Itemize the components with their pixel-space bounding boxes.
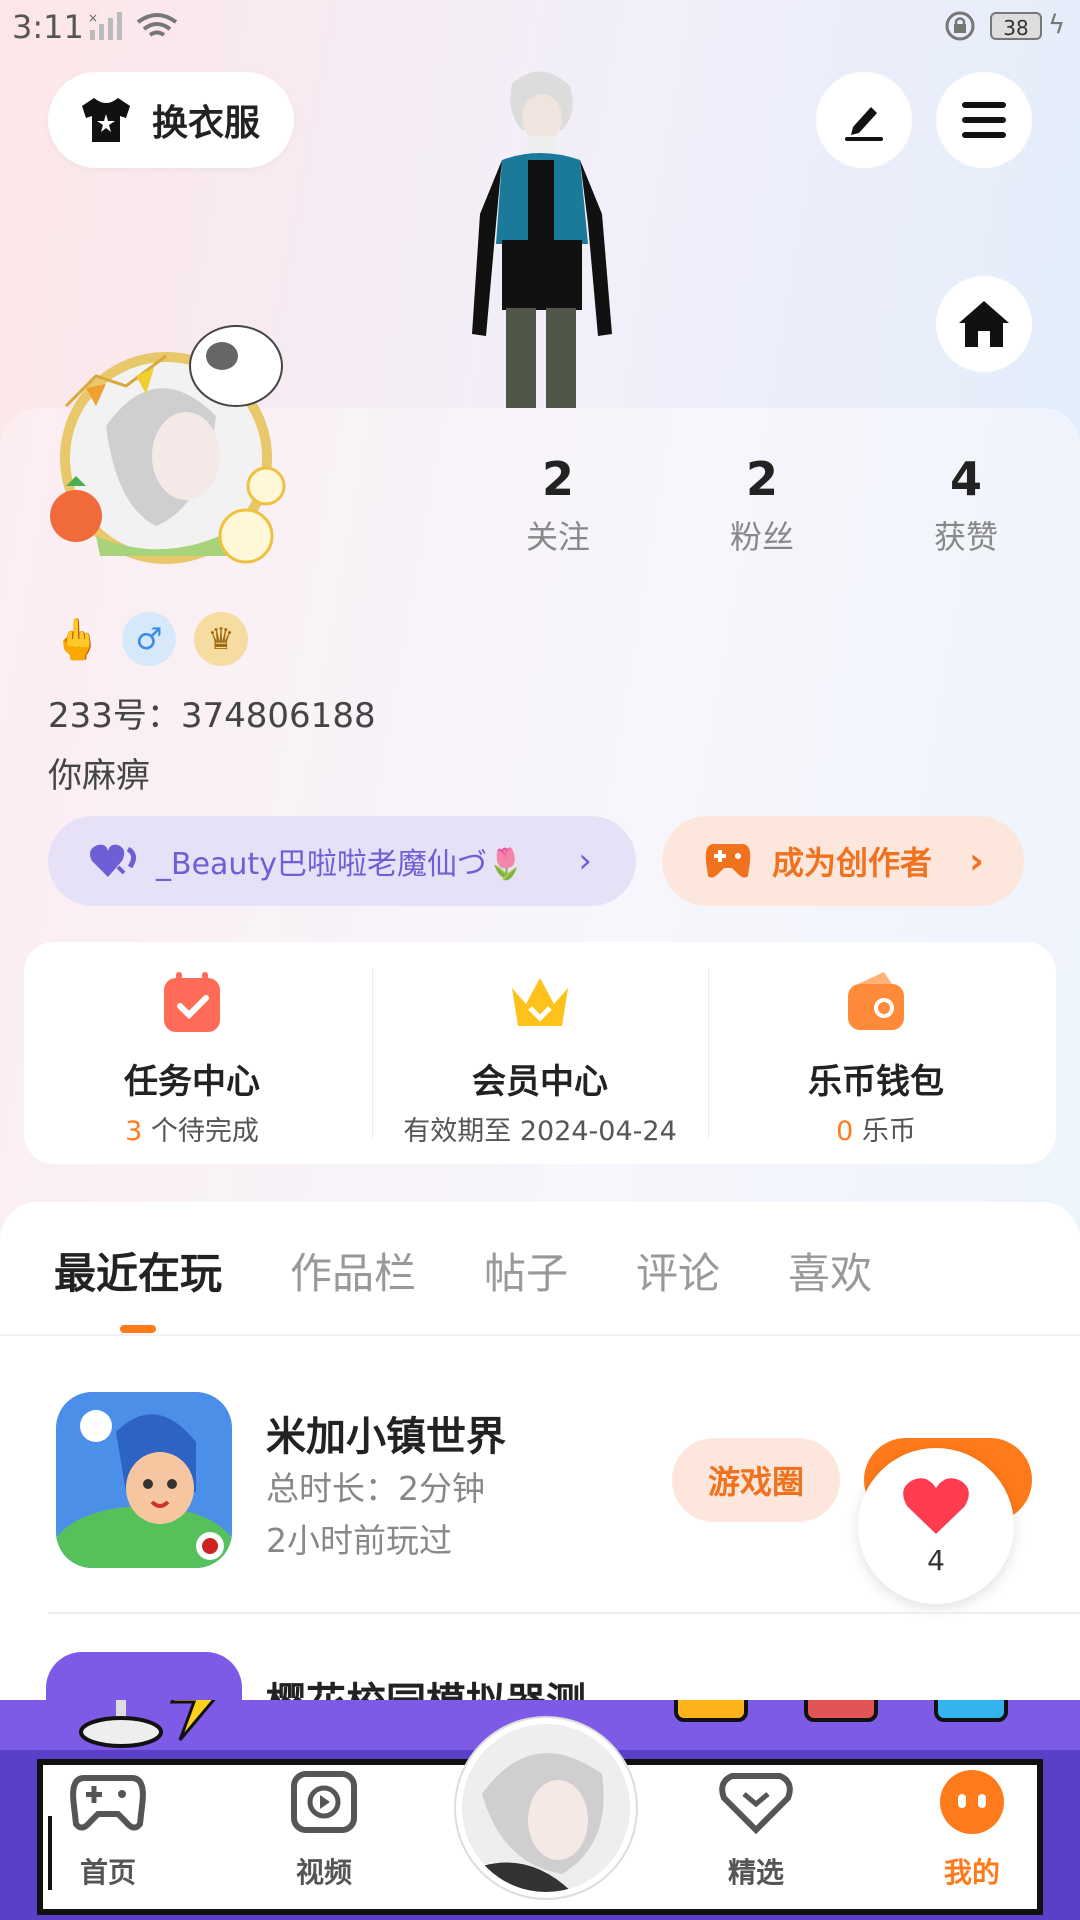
calendar-check-icon — [164, 972, 220, 1032]
tab-posts[interactable]: 帖子 — [484, 1240, 568, 1301]
nav-me-label: 我的 — [943, 1856, 1000, 1889]
play-video-icon — [291, 1771, 357, 1833]
chevron-right-icon: › — [578, 841, 592, 881]
stat-label: 关注 — [525, 518, 590, 556]
avatar-character[interactable] — [440, 64, 640, 408]
member-center[interactable]: 会员中心 有效期至 2024-04-24 — [372, 942, 708, 1164]
menu-button[interactable] — [936, 72, 1032, 168]
svg-text:×: × — [88, 12, 98, 25]
quick-actions-card: 任务中心 3 个待完成 会员中心 有效期至 2024-04-24 乐币钱包 0 … — [24, 942, 1056, 1164]
wallet-icon — [848, 972, 904, 1030]
tab-indicator — [120, 1325, 156, 1333]
group-pill-label: _Beauty巴啦啦老魔仙づ🌷 — [156, 847, 525, 882]
game-icon-miga[interactable] — [56, 1392, 232, 1568]
coin-wallet-sub: 0 乐币 — [708, 1109, 1044, 1148]
hamburger-menu-icon — [962, 102, 1006, 138]
become-creator-button[interactable]: 成为创作者 › — [662, 816, 1024, 906]
task-center[interactable]: 任务中心 3 个待完成 — [24, 942, 360, 1164]
crown-icon — [512, 978, 568, 1026]
floating-like-button[interactable]: 4 — [858, 1448, 1014, 1604]
task-count: 3 — [125, 1116, 143, 1147]
stat-label: 获赞 — [933, 518, 998, 556]
signal-icon: × — [88, 12, 122, 40]
charging-icon: ϟ — [1048, 10, 1066, 40]
user-id: 233号：374806188 — [48, 696, 376, 736]
stat-fans[interactable]: 2 粉丝 — [682, 452, 842, 558]
task-count-suffix: 个待完成 — [142, 1116, 259, 1147]
game-title[interactable]: 米加小镇世界 — [266, 1404, 506, 1462]
like-count: 4 — [927, 1544, 945, 1577]
group-pill[interactable]: _Beauty巴啦啦老魔仙づ🌷 › — [48, 816, 636, 906]
profile-face-icon — [940, 1770, 1004, 1834]
heart-diamond-icon — [719, 1773, 793, 1835]
tab-works[interactable]: 作品栏 — [290, 1240, 416, 1301]
coin-wallet-title: 乐币钱包 — [808, 1062, 944, 1102]
nav-video[interactable]: 视频 — [264, 1770, 384, 1891]
member-expiry: 有效期至 2024-04-24 — [403, 1116, 677, 1147]
wifi-icon — [136, 13, 178, 37]
nav-featured[interactable]: 精选 — [696, 1770, 816, 1891]
gamepad-icon — [70, 1775, 146, 1831]
stat-value: 4 — [949, 452, 982, 506]
stat-likes[interactable]: 4 获赞 — [886, 452, 1046, 558]
change-outfit-button[interactable]: 换衣服 — [48, 72, 294, 168]
game-circle-button[interactable]: 游戏圈 — [672, 1438, 840, 1522]
task-center-sub: 3 个待完成 — [24, 1109, 360, 1148]
tshirt-icon — [82, 98, 130, 142]
hand-badge-icon[interactable]: 🖕 — [50, 612, 104, 666]
tab-comments[interactable]: 评论 — [636, 1240, 720, 1301]
stat-value: 2 — [745, 452, 778, 506]
gamepad-icon — [705, 844, 751, 878]
tab-recently-played[interactable]: 最近在玩 — [54, 1240, 222, 1301]
male-gender-icon: ♂ — [122, 612, 176, 666]
nav-home-label: 首页 — [79, 1856, 136, 1889]
nav-featured-label: 精选 — [727, 1856, 784, 1889]
member-center-title: 会员中心 — [472, 1062, 608, 1102]
profile-avatar[interactable] — [36, 306, 296, 576]
user-signature: 你麻痹 — [48, 756, 150, 796]
battery-indicator: 38 — [990, 12, 1042, 40]
coin-wallet[interactable]: 乐币钱包 0 乐币 — [708, 942, 1044, 1164]
pencil-icon — [845, 107, 883, 141]
rotation-lock-icon — [945, 11, 975, 41]
stat-label: 粉丝 — [729, 518, 794, 556]
badge-row: 🖕 ♂ ♛ — [50, 612, 248, 670]
tab-likes[interactable]: 喜欢 — [788, 1240, 872, 1301]
coin-count: 0 — [836, 1116, 854, 1147]
nav-video-label: 视频 — [295, 1856, 352, 1889]
stat-following[interactable]: 2 关注 — [478, 452, 638, 558]
status-bar: 3:11 × 38 ϟ — [0, 0, 1080, 56]
heart-icon — [903, 1478, 969, 1534]
chevron-right-icon: › — [969, 840, 984, 882]
nav-home[interactable]: 首页 — [48, 1770, 168, 1891]
hearts-icon — [90, 844, 136, 877]
nav-center-avatar[interactable] — [456, 1718, 636, 1898]
game-last-played: 2小时前玩过 — [266, 1521, 452, 1560]
status-time: 3:11 — [12, 8, 84, 46]
coin-unit: 乐币 — [853, 1116, 916, 1147]
game-duration: 总时长：2分钟 — [266, 1469, 485, 1508]
crown-badge-icon[interactable]: ♛ — [194, 612, 248, 666]
change-outfit-label: 换衣服 — [152, 103, 261, 144]
home-icon — [959, 301, 1009, 347]
home-button[interactable] — [936, 276, 1032, 372]
nav-me[interactable]: 我的 — [912, 1770, 1032, 1891]
avatar-image — [462, 1724, 630, 1892]
stat-value: 2 — [541, 452, 574, 506]
edit-button[interactable] — [816, 72, 912, 168]
task-center-title: 任务中心 — [124, 1062, 260, 1102]
divider — [0, 1334, 1080, 1336]
divider — [48, 1612, 1080, 1614]
become-creator-label: 成为创作者 — [772, 844, 933, 882]
